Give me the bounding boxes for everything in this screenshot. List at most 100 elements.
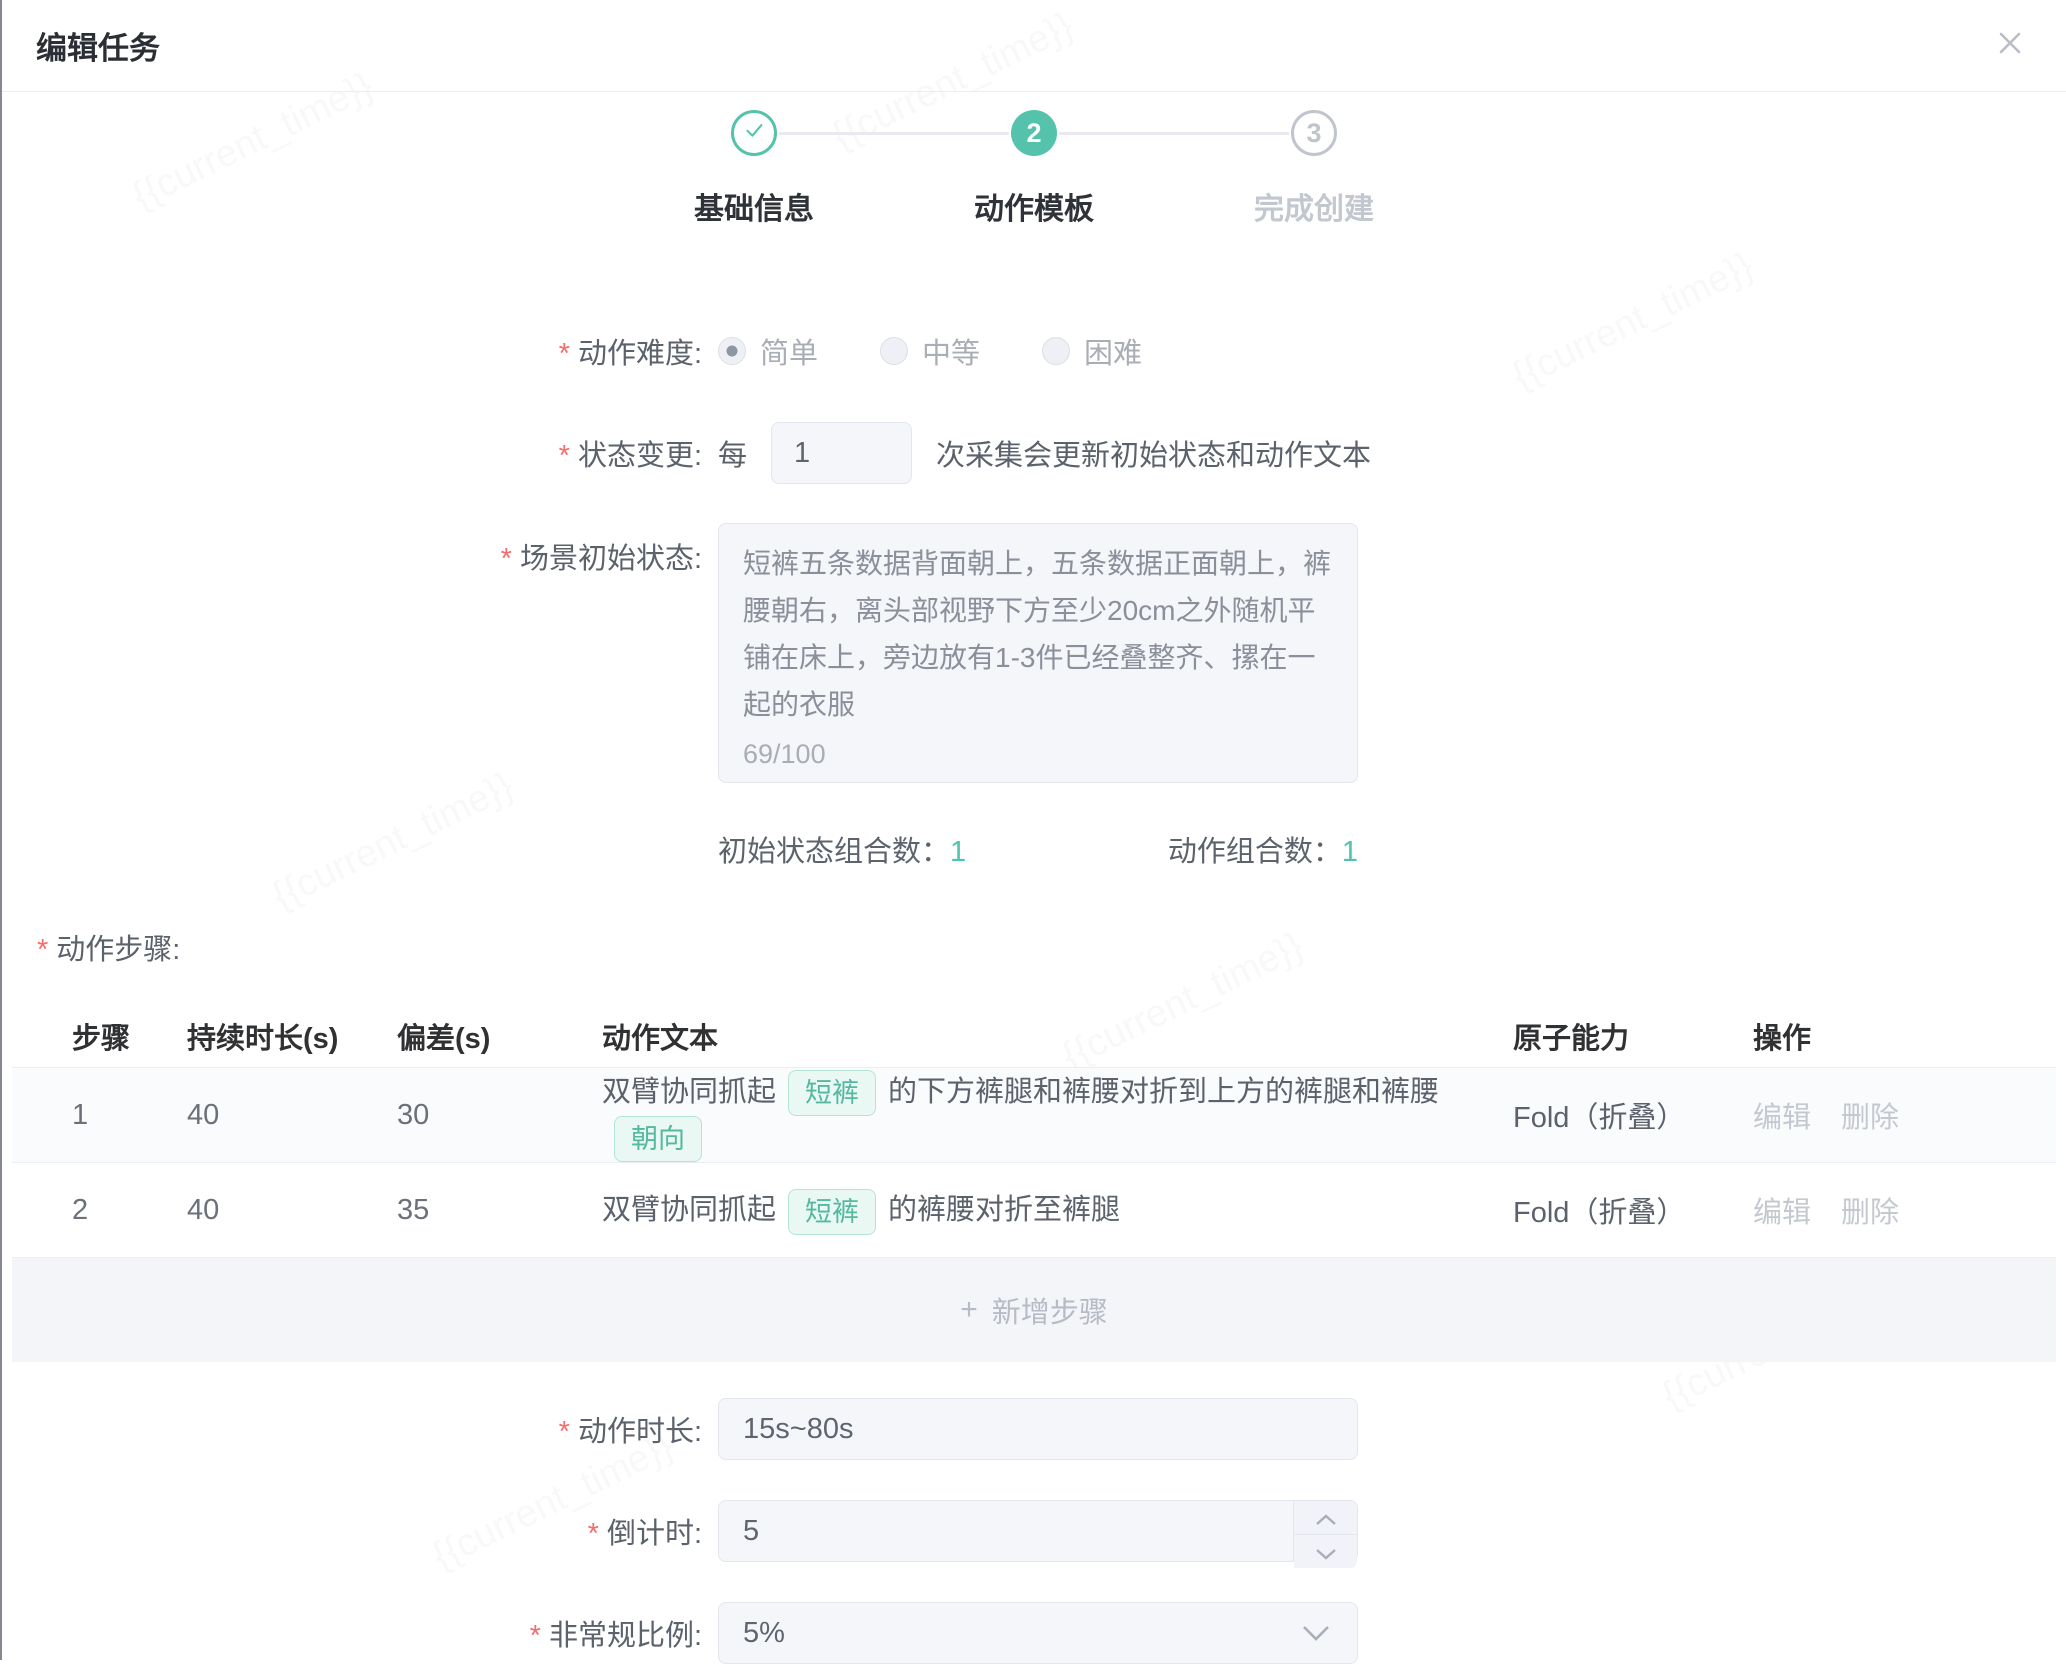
delete-link[interactable]: 删除 bbox=[1841, 1094, 1899, 1136]
edit-link[interactable]: 编辑 bbox=[1753, 1189, 1811, 1231]
state-change-suffix: 次采集会更新初始状态和动作文本 bbox=[936, 432, 1371, 474]
cell-operations: 编辑 删除 bbox=[1753, 1189, 2056, 1231]
stepper: 基础信息 2 动作模板 3 完成创建 bbox=[614, 110, 1454, 228]
radio-label: 简单 bbox=[760, 330, 818, 372]
required-asterisk: * bbox=[501, 543, 512, 575]
radio-label: 困难 bbox=[1084, 330, 1142, 372]
col-header-deviation: 偏差(s) bbox=[397, 1015, 602, 1057]
cell-deviation: 35 bbox=[397, 1194, 602, 1227]
radio-circle-checked bbox=[718, 337, 746, 365]
dialog-header: 编辑任务 bbox=[2, 0, 2066, 92]
cell-deviation: 30 bbox=[397, 1099, 602, 1132]
state-change-prefix: 每 bbox=[718, 432, 747, 474]
field-label: *场景初始状态: bbox=[2, 523, 718, 577]
cell-duration: 40 bbox=[187, 1099, 397, 1132]
radio-option-medium[interactable]: 中等 bbox=[880, 330, 980, 372]
radio-circle bbox=[1042, 337, 1070, 365]
col-header-action-text: 动作文本 bbox=[602, 1015, 1513, 1057]
field-label: *倒计时: bbox=[2, 1510, 718, 1552]
radio-label: 中等 bbox=[922, 330, 980, 372]
add-step-button[interactable]: + 新增步骤 bbox=[12, 1258, 2056, 1362]
increase-button[interactable] bbox=[1294, 1501, 1357, 1535]
cell-duration: 40 bbox=[187, 1194, 397, 1227]
plus-icon: + bbox=[960, 1293, 978, 1327]
required-asterisk: * bbox=[588, 1518, 599, 1550]
check-icon bbox=[741, 117, 767, 150]
unusual-ratio-value: 5% bbox=[743, 1617, 785, 1650]
combo-value: 1 bbox=[1342, 836, 1358, 868]
stepper-step-basic-info: 基础信息 bbox=[614, 110, 894, 228]
orientation-tag: 朝向 bbox=[614, 1116, 702, 1162]
unusual-ratio-select[interactable]: 5% bbox=[718, 1602, 1358, 1664]
initial-state-textarea[interactable]: 短裤五条数据背面朝上，五条数据正面朝上，裤腰朝右，离头部视野下方至少20cm之外… bbox=[718, 523, 1358, 783]
cell-ability: Fold（折叠） bbox=[1513, 1094, 1753, 1136]
state-change-input[interactable]: 1 bbox=[771, 422, 912, 484]
radio-circle bbox=[880, 337, 908, 365]
object-tag: 短裤 bbox=[788, 1189, 876, 1235]
step-done-circle bbox=[731, 110, 777, 156]
table-row: 1 40 30 双臂协同抓起短裤的下方裤腿和裤腰对折到上方的裤腿和裤腰朝向 Fo… bbox=[12, 1068, 2056, 1163]
close-button[interactable] bbox=[1990, 26, 2030, 66]
form-row-unusual-ratio: *非常规比例: 5% bbox=[2, 1602, 2066, 1664]
action-duration-input[interactable]: 15s~80s bbox=[718, 1398, 1358, 1460]
edit-link[interactable]: 编辑 bbox=[1753, 1094, 1811, 1136]
step-label: 基础信息 bbox=[614, 184, 894, 228]
field-label: *状态变更: bbox=[2, 432, 718, 474]
action-steps-section-label: *动作步骤: bbox=[2, 926, 2066, 968]
countdown-input[interactable]: 5 bbox=[718, 1500, 1358, 1562]
field-label: *动作难度: bbox=[2, 330, 718, 372]
field-label: *非常规比例: bbox=[2, 1612, 718, 1654]
action-steps-table: 步骤 持续时长(s) 偏差(s) 动作文本 原子能力 操作 1 40 30 双臂… bbox=[12, 1004, 2056, 1362]
chevron-down-icon bbox=[1315, 1535, 1337, 1568]
cell-ability: Fold（折叠） bbox=[1513, 1189, 1753, 1231]
form-row-action-duration: *动作时长: 15s~80s bbox=[2, 1398, 2066, 1460]
initial-state-combo-count: 初始状态组合数：1 bbox=[718, 828, 966, 870]
form-row-initial-state: *场景初始状态: 短裤五条数据背面朝上，五条数据正面朝上，裤腰朝右，离头部视野下… bbox=[2, 523, 2066, 783]
initial-state-text: 短裤五条数据背面朝上，五条数据正面朝上，裤腰朝右，离头部视野下方至少20cm之外… bbox=[743, 540, 1333, 728]
col-header-operations: 操作 bbox=[1753, 1015, 2056, 1057]
chevron-down-icon bbox=[1301, 1624, 1331, 1642]
col-header-ability: 原子能力 bbox=[1513, 1015, 1753, 1057]
number-spinner bbox=[1293, 1501, 1357, 1561]
delete-link[interactable]: 删除 bbox=[1841, 1189, 1899, 1231]
cell-step: 2 bbox=[72, 1194, 187, 1227]
object-tag: 短裤 bbox=[788, 1070, 876, 1116]
form-row-difficulty: *动作难度: 简单 中等 困难 bbox=[2, 328, 2066, 374]
stepper-step-action-template: 2 动作模板 bbox=[894, 110, 1174, 228]
cell-step: 1 bbox=[72, 1099, 187, 1132]
field-label: *动作时长: bbox=[2, 1408, 718, 1450]
cell-action-text: 双臂协同抓起短裤的裤腰对折至裤腿 bbox=[602, 1186, 1513, 1234]
cell-action-text: 双臂协同抓起短裤的下方裤腿和裤腰对折到上方的裤腿和裤腰朝向 bbox=[602, 1068, 1513, 1162]
required-asterisk: * bbox=[559, 1416, 570, 1448]
action-combo-count: 动作组合数：1 bbox=[1168, 828, 1358, 870]
form-row-countdown: *倒计时: 5 bbox=[2, 1500, 2066, 1562]
stepper-step-finish: 3 完成创建 bbox=[1174, 110, 1454, 228]
step-label: 动作模板 bbox=[894, 184, 1174, 228]
decrease-button[interactable] bbox=[1294, 1535, 1357, 1568]
cell-operations: 编辑 删除 bbox=[1753, 1094, 2056, 1136]
dialog-title: 编辑任务 bbox=[36, 23, 160, 68]
action-duration-value: 15s~80s bbox=[743, 1413, 853, 1446]
required-asterisk: * bbox=[37, 934, 48, 966]
difficulty-radio-group: 简单 中等 困难 bbox=[718, 330, 1204, 372]
required-asterisk: * bbox=[559, 338, 570, 370]
col-header-step: 步骤 bbox=[72, 1015, 187, 1057]
radio-option-easy[interactable]: 简单 bbox=[718, 330, 818, 372]
col-header-duration: 持续时长(s) bbox=[187, 1015, 397, 1057]
close-icon bbox=[1994, 27, 2026, 64]
required-asterisk: * bbox=[559, 440, 570, 472]
char-counter: 69/100 bbox=[743, 739, 826, 770]
step-pending-circle: 3 bbox=[1291, 110, 1337, 156]
radio-option-hard[interactable]: 困难 bbox=[1042, 330, 1142, 372]
chevron-up-icon bbox=[1315, 1501, 1337, 1534]
table-header-row: 步骤 持续时长(s) 偏差(s) 动作文本 原子能力 操作 bbox=[12, 1004, 2056, 1068]
form-row-combos: 初始状态组合数：1 动作组合数：1 bbox=[2, 828, 2066, 870]
countdown-value: 5 bbox=[743, 1515, 759, 1548]
combo-value: 1 bbox=[950, 836, 966, 868]
required-asterisk: * bbox=[530, 1620, 541, 1652]
step-active-circle: 2 bbox=[1011, 110, 1057, 156]
add-step-label: 新增步骤 bbox=[992, 1289, 1108, 1331]
form-row-state-change: *状态变更: 每 1 次采集会更新初始状态和动作文本 bbox=[2, 422, 2066, 484]
table-row: 2 40 35 双臂协同抓起短裤的裤腰对折至裤腿 Fold（折叠） 编辑 删除 bbox=[12, 1163, 2056, 1258]
step-label: 完成创建 bbox=[1174, 184, 1454, 228]
